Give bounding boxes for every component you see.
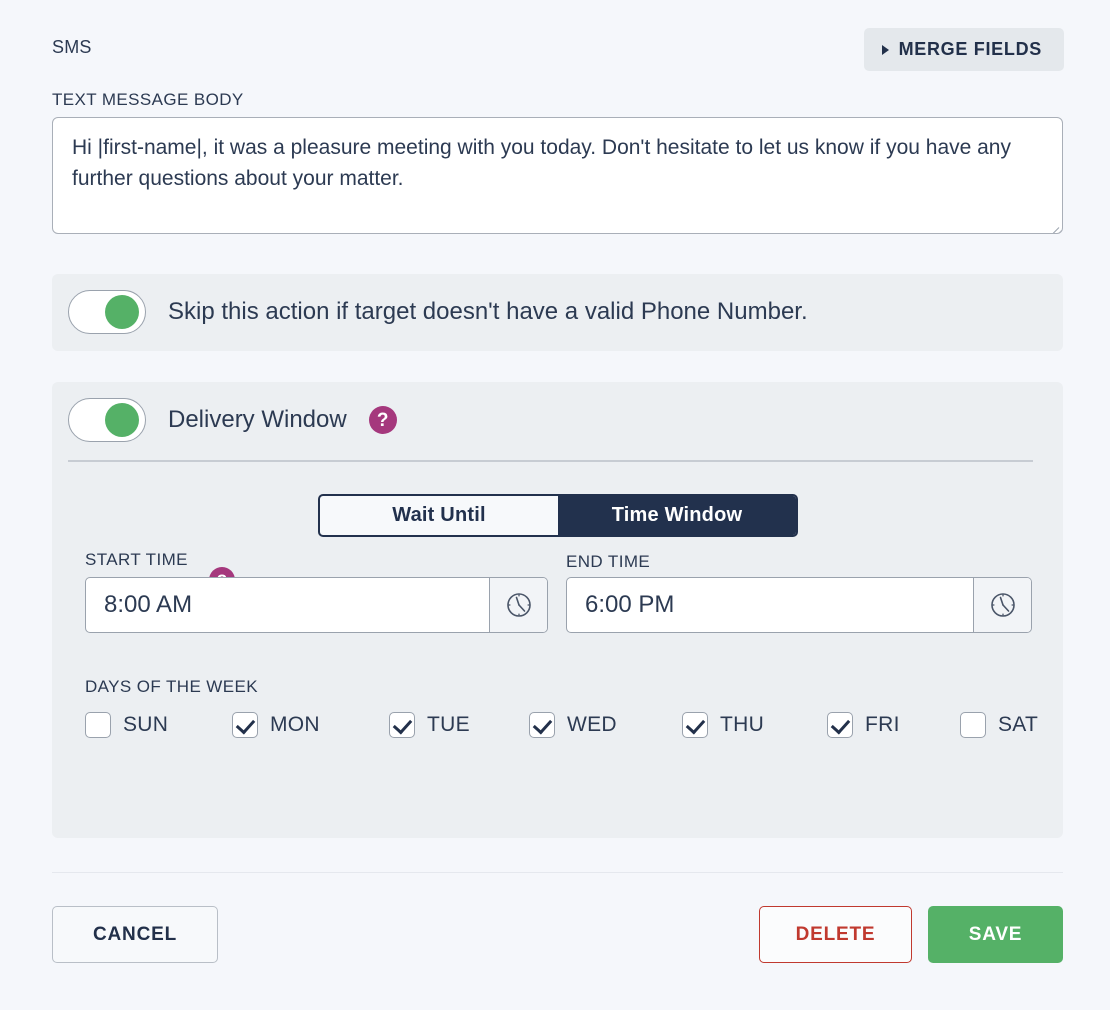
end-time-field[interactable]: 6:00 PM: [566, 577, 1032, 633]
checkbox-box[interactable]: [85, 712, 111, 738]
caret-right-icon: [881, 44, 889, 55]
save-button[interactable]: SAVE: [928, 906, 1063, 963]
delivery-window-row: Delivery Window ?: [68, 398, 397, 442]
merge-fields-button[interactable]: MERGE FIELDS: [863, 28, 1064, 71]
end-time-label: END TIME: [566, 552, 651, 571]
toggle-knob: [105, 403, 139, 437]
day-checkbox-fri[interactable]: FRI: [827, 712, 900, 738]
cancel-button[interactable]: CANCEL: [52, 906, 218, 963]
sms-action-editor: SMS MERGE FIELDS TEXT MESSAGE BODY Skip …: [0, 0, 1110, 1010]
header-row: SMS MERGE FIELDS: [52, 28, 1064, 78]
skip-action-panel: Skip this action if target doesn't have …: [52, 274, 1063, 351]
day-label: SUN: [123, 713, 169, 736]
checkbox-box[interactable]: [960, 712, 986, 738]
clock-icon[interactable]: [489, 578, 547, 632]
delete-button[interactable]: DELETE: [759, 906, 912, 963]
checkbox-box[interactable]: [232, 712, 258, 738]
day-checkbox-sat[interactable]: SAT: [960, 712, 1038, 738]
skip-action-label: Skip this action if target doesn't have …: [168, 298, 808, 325]
delivery-window-label: Delivery Window: [168, 406, 347, 433]
checkbox-box[interactable]: [389, 712, 415, 738]
day-checkbox-wed[interactable]: WED: [529, 712, 617, 738]
day-label: THU: [720, 713, 765, 736]
day-label: FRI: [865, 713, 900, 736]
skip-action-row: Skip this action if target doesn't have …: [68, 290, 808, 334]
resize-grip-icon[interactable]: [1044, 215, 1062, 233]
checkbox-box[interactable]: [682, 712, 708, 738]
footer-divider: [52, 872, 1063, 873]
days-of-week-label: DAYS OF THE WEEK: [85, 677, 258, 696]
text-message-body-box[interactable]: [52, 117, 1063, 234]
day-label: TUE: [427, 713, 470, 736]
day-checkbox-mon[interactable]: MON: [232, 712, 320, 738]
checkbox-box[interactable]: [529, 712, 555, 738]
channel-label: SMS: [52, 37, 92, 57]
start-time-label: START TIME: [85, 550, 188, 569]
question-mark-icon[interactable]: ?: [368, 406, 397, 434]
day-label: SAT: [998, 713, 1039, 736]
tab-time-window[interactable]: Time Window: [558, 496, 796, 535]
end-time-value[interactable]: 6:00 PM: [567, 578, 973, 632]
days-of-week-row: SUN MON TUE WED THU FRI SAT: [85, 712, 1045, 746]
text-message-body-label: TEXT MESSAGE BODY: [52, 90, 244, 109]
delivery-window-panel: Delivery Window ? Wait Until Time Window…: [52, 382, 1063, 838]
delivery-mode-tabs: Wait Until Time Window: [318, 494, 798, 537]
day-checkbox-sun[interactable]: SUN: [85, 712, 168, 738]
text-message-body-input[interactable]: [70, 130, 1030, 220]
start-time-field[interactable]: 8:00 AM: [85, 577, 548, 633]
day-label: WED: [567, 713, 617, 736]
skip-action-toggle[interactable]: [68, 290, 146, 334]
checkbox-box[interactable]: [827, 712, 853, 738]
start-time-value[interactable]: 8:00 AM: [86, 578, 489, 632]
day-label: MON: [270, 713, 320, 736]
day-checkbox-tue[interactable]: TUE: [389, 712, 470, 738]
clock-icon[interactable]: [973, 578, 1031, 632]
day-checkbox-thu[interactable]: THU: [682, 712, 764, 738]
tab-wait-until[interactable]: Wait Until: [320, 496, 558, 535]
panel-divider: [68, 460, 1033, 462]
delivery-window-toggle[interactable]: [68, 398, 146, 442]
toggle-knob: [105, 295, 139, 329]
merge-fields-label: MERGE FIELDS: [898, 39, 1042, 59]
